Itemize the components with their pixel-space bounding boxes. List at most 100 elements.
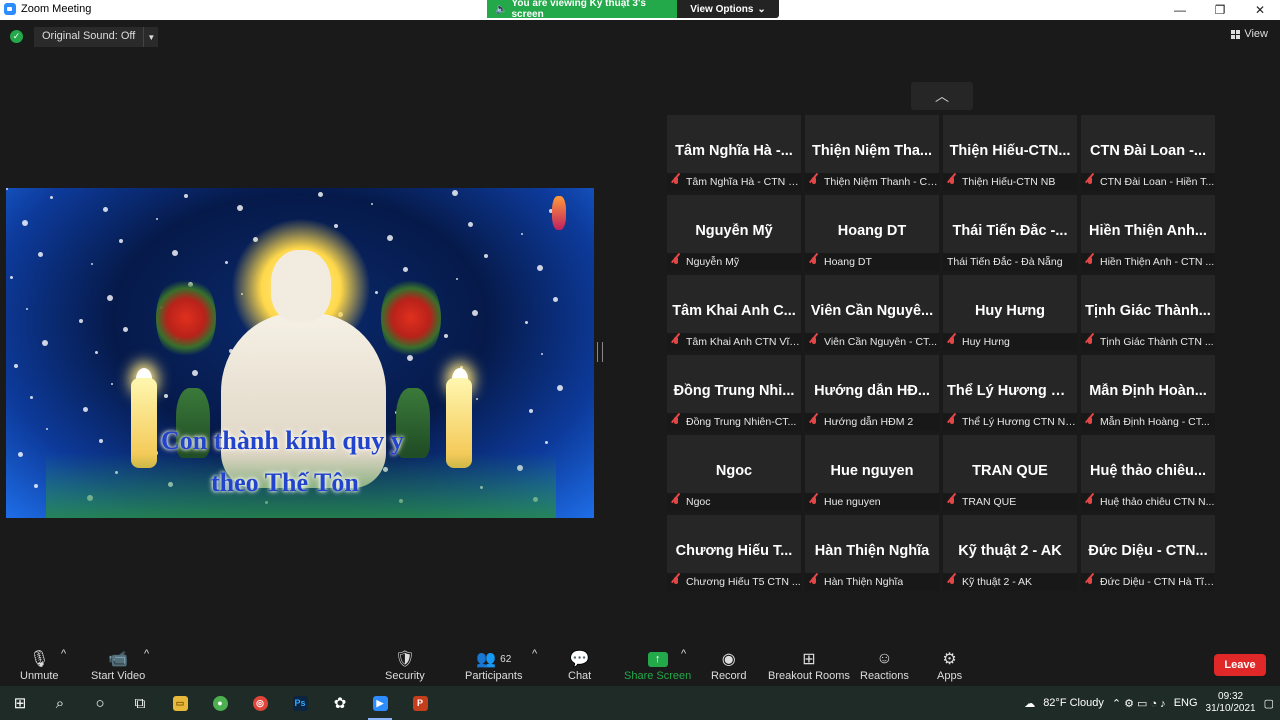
sparkle-dot [50,196,53,199]
cloud-icon: ☁ [1024,697,1036,710]
muted-mic-icon [1085,336,1095,348]
view-options-button[interactable]: View Options ⌄ [677,0,779,18]
start-video-button[interactable]: 📹 Start Video [91,648,145,682]
zoom-taskbar-icon[interactable]: ▶ [360,686,400,720]
unmute-button[interactable]: 🎙 Unmute [20,648,59,682]
record-button[interactable]: ◉ Record [711,648,746,682]
tray-icons[interactable]: ⌃ ⚙ ▭ ◔ ♪ [1112,697,1166,710]
participants-button[interactable]: 👥 62 Participants [465,648,522,682]
participant-tile[interactable]: Hiền Thiện Anh... Hiền Thiện Anh - CTN ..… [1081,195,1215,271]
participant-tile[interactable]: Hoang DT Hoang DT [805,195,939,271]
original-sound-label[interactable]: Original Sound: Off [34,27,143,47]
notification-icon[interactable]: ▢ [1264,697,1274,710]
participant-tile[interactable]: Tâm Nghĩa Hà -... Tâm Nghĩa Hà - CTN Đ... [667,115,801,191]
participant-tile[interactable]: Kỹ thuật 2 - AK Kỹ thuật 2 - AK [943,515,1077,591]
participant-tile[interactable]: Ngoc Ngoc [667,435,801,511]
original-sound-control[interactable]: Original Sound: Off ▼ [34,27,159,47]
sparkle-dot [91,263,93,265]
participant-display-name: Đức Diệu - CTN... [1088,543,1208,559]
participant-name-label: Hướng dẫn HĐM 2 [805,413,939,431]
participant-display-name: Tịnh Giác Thành... [1085,303,1211,319]
participants-options-caret[interactable]: ^ [532,648,537,660]
search-icon[interactable]: ⌕ [40,686,80,720]
participant-tile[interactable]: Huy Hưng Huy Hưng [943,275,1077,351]
audio-options-caret[interactable]: ^ [61,648,66,660]
participant-tile[interactable]: Nguyễn Mỹ Nguyễn Mỹ [667,195,801,271]
channel-logo [552,196,566,230]
security-button[interactable]: 🛡 Security [385,648,425,682]
system-tray: ☁ 82°F Cloudy ⌃ ⚙ ▭ ◔ ♪ ENG 09:32 31/10/… [1024,686,1280,720]
sparkle-dot [107,295,113,301]
participant-tile[interactable]: Đồng Trung Nhi... Đồng Trung Nhiên-CT... [667,355,801,431]
task-view-icon[interactable]: ⧉ [120,686,160,720]
participant-tile[interactable]: Thiện Niệm Tha... Thiện Niệm Thanh - CT..… [805,115,939,191]
participant-display-name: Thể Lý Hương C... [947,383,1074,399]
participant-tile[interactable]: Hướng dẫn HĐ... Hướng dẫn HĐM 2 [805,355,939,431]
participant-display-name: Hue nguyen [830,463,914,479]
reactions-button[interactable]: ☺ Reactions [860,648,909,682]
sparkle-dot [537,265,543,271]
participant-tile[interactable]: Chương Hiếu T... Chương Hiếu T5 CTN ... [667,515,801,591]
participant-tile[interactable]: Hàn Thiện Nghĩa Hàn Thiện Nghĩa [805,515,939,591]
participant-tile[interactable]: Thể Lý Hương C... Thể Lý Hương CTN Nh... [943,355,1077,431]
participant-display-name: Hoang DT [837,223,907,239]
apps-button[interactable]: ⚙ Apps [937,648,962,682]
muted-mic-icon [809,176,819,188]
participants-icon: 👥 62 [476,651,512,668]
breakout-rooms-icon: ⊞ [802,651,816,668]
lyric-line-2: theo Thế Tôn [211,468,359,497]
participant-tile[interactable]: Thiện Hiếu-CTN... Thiện Hiếu-CTN NB [943,115,1077,191]
participant-tile[interactable]: CTN Đài Loan -... CTN Đài Loan - Hiền T..… [1081,115,1215,191]
start-button[interactable]: ⊞ [0,686,40,720]
share-options-caret[interactable]: ^ [681,648,686,660]
participant-name-label: Viên Cần Nguyên - CT... [805,333,939,351]
sparkle-dot [30,396,33,399]
participant-tile[interactable]: Tịnh Giác Thành... Tịnh Giác Thành CTN ..… [1081,275,1215,351]
sparkle-dot [184,194,188,198]
cortana-icon[interactable]: ○ [80,686,120,720]
participant-name-label: Mẫn Định Hoàng - CT... [1081,413,1215,431]
participant-tile[interactable]: Thái Tiến Đắc -... Thái Tiến Đắc - Đà Nẵn… [943,195,1077,271]
participant-display-name: Nguyễn Mỹ [695,223,773,239]
participant-display-name: Ngoc [715,463,753,479]
sparkle-dot [34,484,38,488]
close-button[interactable]: ✕ [1240,0,1280,20]
participant-name-text: Hue nguyen [824,496,881,508]
participant-name-text: Hiền Thiện Anh - CTN ... [1100,256,1215,268]
participant-tile[interactable]: TRAN QUE TRAN QUE [943,435,1077,511]
participant-tile[interactable]: Tâm Khai Anh C... Tâm Khai Anh CTN Vĩn... [667,275,801,351]
maximize-button[interactable]: ❐ [1200,0,1240,20]
photoshop-icon[interactable]: Ps [280,686,320,720]
participant-tile[interactable]: Đức Diệu - CTN... Đức Diệu - CTN Hà Tĩnh [1081,515,1215,591]
muted-mic-icon [1085,176,1095,188]
minimize-button[interactable]: — [1160,0,1200,20]
clock[interactable]: 09:32 31/10/2021 [1206,691,1256,715]
sparkle-dot [545,441,548,444]
participant-tile[interactable]: Huệ thảo chiêu... Huệ thảo chiêu CTN N... [1081,435,1215,511]
participant-tile[interactable]: Mẫn Định Hoàn... Mẫn Định Hoàng - CT... [1081,355,1215,431]
previous-page-button[interactable]: ︿ [911,82,973,110]
participant-name-label: TRAN QUE [943,493,1077,511]
file-explorer-icon[interactable]: ▭ [160,686,200,720]
chat-button[interactable]: 💬 Chat [568,648,591,682]
muted-mic-icon [809,496,819,508]
powerpoint-icon[interactable]: P [400,686,440,720]
share-screen-label: Share Screen [624,670,692,682]
chrome-icon[interactable]: ◎ [240,686,280,720]
video-options-caret[interactable]: ^ [144,648,149,660]
viewing-banner: 🔈 You are viewing Kỹ thuật 3's screen Vi… [487,0,779,20]
participant-display-name: TRAN QUE [972,463,1048,479]
green-app-icon[interactable]: ● [200,686,240,720]
sparkle-dot [371,203,373,205]
dropdown-icon[interactable]: ▼ [143,27,158,47]
app-icon[interactable]: ✿ [320,686,360,720]
language-indicator[interactable]: ENG [1174,697,1198,709]
split-divider-handle[interactable] [597,342,603,362]
leave-button[interactable]: Leave [1214,654,1266,676]
weather-label[interactable]: 82°F Cloudy [1043,697,1104,709]
breakout-rooms-button[interactable]: ⊞ Breakout Rooms [768,648,850,682]
view-button[interactable]: View [1231,28,1268,40]
participant-tile[interactable]: Viên Cần Nguyê... Viên Cần Nguyên - CT... [805,275,939,351]
participant-tile[interactable]: Hue nguyen Hue nguyen [805,435,939,511]
encryption-shield-icon[interactable]: ✓ [10,30,23,43]
